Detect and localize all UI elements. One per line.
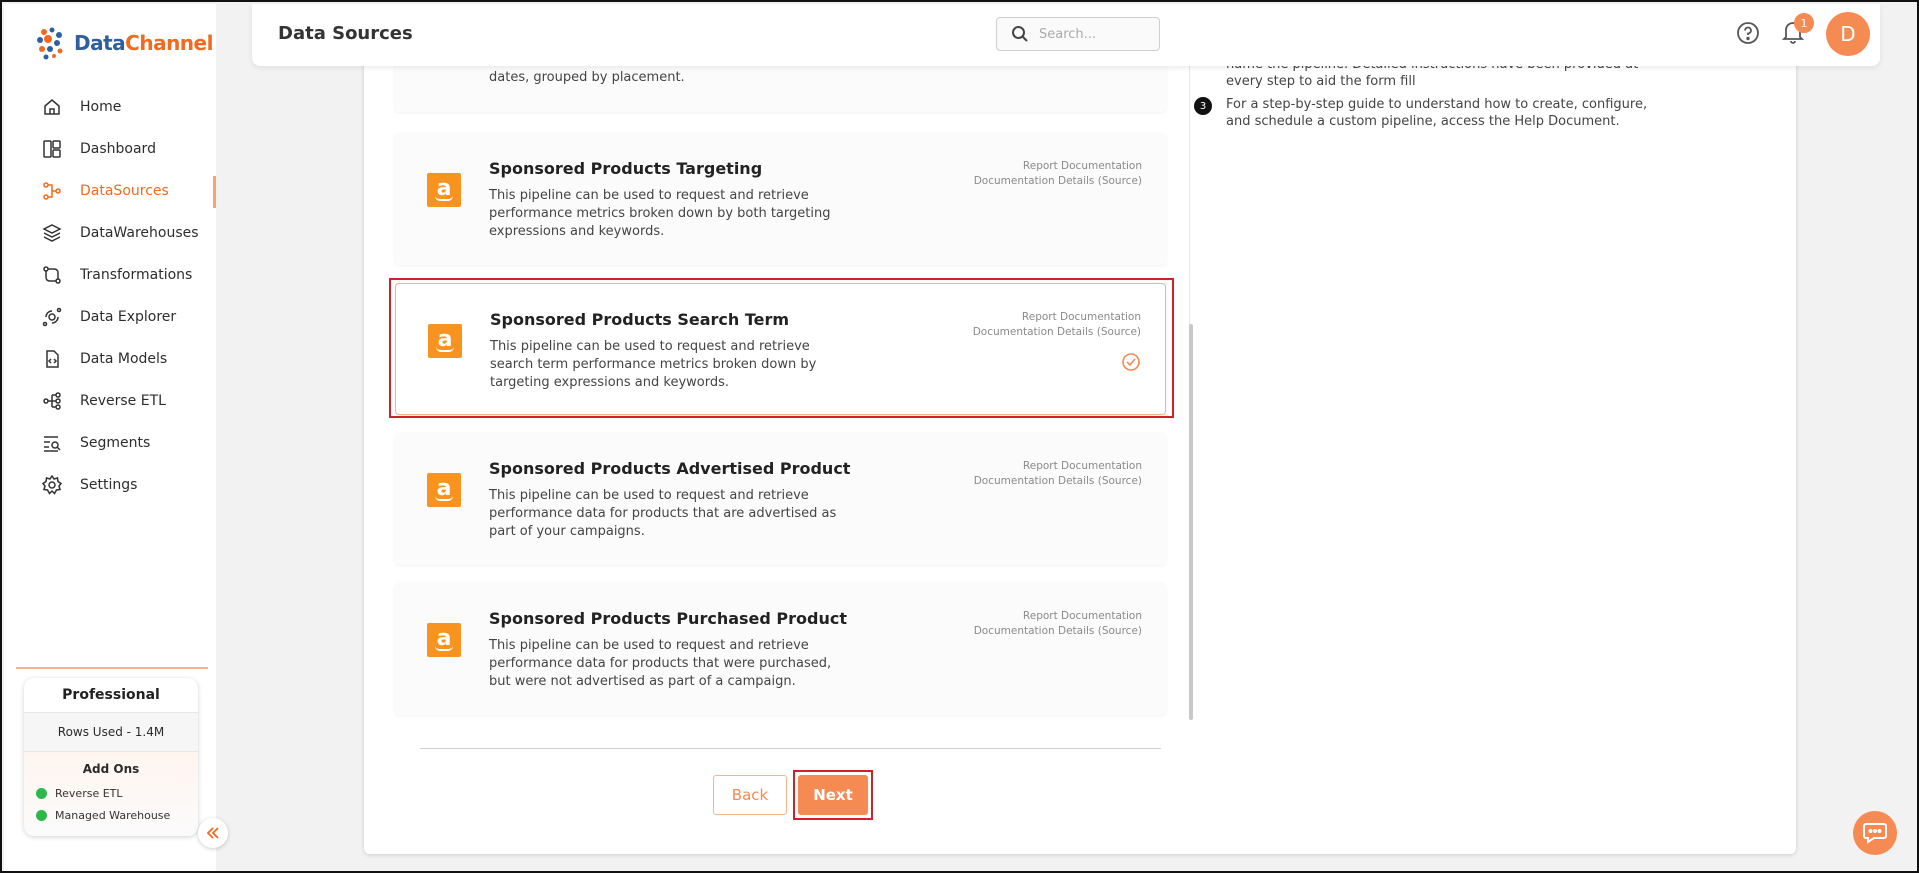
sidebar-item-settings[interactable]: Settings [4,464,216,506]
double-chevron-left-icon [206,827,219,839]
report-documentation-link[interactable]: Report Documentation [974,609,1142,624]
sidebar-item-data-models[interactable]: Data Models [4,338,216,380]
data-explorer-icon [40,305,64,329]
top-header: Data Sources 1 D [252,4,1880,66]
dashboard-icon [40,137,64,161]
sidebar-item-datasources[interactable]: DataSources [4,170,216,212]
plan-title: Professional [62,687,160,703]
help-steps: name the pipeline. Detailed instructions… [1194,56,1754,136]
amazon-logo-icon: a [427,173,461,207]
sidebar-item-label: DataSources [80,183,169,199]
datasources-icon [40,179,64,203]
sidebar-item-data-explorer[interactable]: Data Explorer [4,296,216,338]
chat-button[interactable] [1853,811,1897,855]
footer-divider [420,748,1161,749]
card-description: This pipeline can be used to request and… [489,488,837,539]
card-links: Report Documentation Documentation Detai… [974,609,1142,639]
chat-bubble-icon [1863,823,1887,844]
sidebar-item-label: Data Explorer [80,309,177,325]
card-title: Sponsored Products Advertised Product [489,459,851,478]
card-links: Report Documentation Documentation Detai… [974,159,1142,189]
scrollbar-thumb[interactable] [1189,324,1193,720]
page-title: Data Sources [278,23,413,44]
brand-name: DataChannel [74,31,213,55]
sidebar: DataChannel Home Dashboard DataSources D… [4,4,216,871]
datachannel-logo-icon [37,27,63,60]
documentation-details-link[interactable]: Documentation Details (Source) [974,624,1142,639]
rows-used: Rows Used - 1.4M [24,712,198,752]
app-frame: DataChannel Home Dashboard DataSources D… [0,0,1919,873]
sidebar-item-transformations[interactable]: Transformations [4,254,216,296]
card-description: This pipeline can be used to request and… [489,638,832,689]
sidebar-item-reverse-etl[interactable]: Reverse ETL [4,380,216,422]
report-documentation-link[interactable]: Report Documentation [974,159,1142,174]
avatar[interactable]: D [1826,12,1870,56]
sidebar-nav: Home Dashboard DataSources DataWarehouse… [4,86,216,506]
search-input[interactable] [1039,26,1149,42]
data-models-icon [40,347,64,371]
datawarehouses-icon [40,221,64,245]
collapse-sidebar-button[interactable] [198,818,228,848]
amazon-logo-icon: a [427,473,461,507]
step-text[interactable]: and schedule a custom pipeline, access t… [1226,114,1620,129]
addon-label: Reverse ETL [55,786,123,800]
search-box[interactable] [996,17,1160,51]
notification-badge: 1 [1794,13,1814,33]
addon-label: Managed Warehouse [55,808,171,822]
transformations-icon [40,263,64,287]
pipeline-card[interactable]: a Sponsored Products Purchased Product T… [395,583,1166,715]
sidebar-item-label: Data Models [80,351,168,367]
step-text: every step to aid the form fill [1226,74,1416,89]
step-number-badge: 3 [1194,97,1212,115]
card-description: dates, grouped by placement. [489,70,685,85]
help-icon[interactable] [1736,21,1760,49]
sidebar-item-segments[interactable]: Segments [4,422,216,464]
documentation-details-link[interactable]: Documentation Details (Source) [974,174,1142,189]
step-text: For a step-by-step guide to understand h… [1226,97,1648,112]
addons-title: Add Ons [82,762,140,776]
card-title: Sponsored Products Targeting [489,159,763,178]
brand-name-part2: Channel [125,31,213,55]
addons-section: Add Ons Reverse ETL Managed Warehouse [24,752,198,836]
addon-item: Reverse ETL [24,782,198,804]
selection-highlight [389,278,1174,418]
step-3: 3 For a step-by-step guide to understand… [1194,96,1754,130]
check-circle-icon [36,809,47,821]
report-documentation-link[interactable]: Report Documentation [974,459,1142,474]
sidebar-item-label: Settings [80,477,138,493]
sidebar-item-label: Dashboard [80,141,156,157]
back-button[interactable]: Back [713,775,787,815]
brand-logo[interactable]: DataChannel [32,24,213,62]
search-icon [1012,26,1028,42]
sidebar-item-dashboard[interactable]: Dashboard [4,128,216,170]
sidebar-divider [16,667,208,669]
card-description: This pipeline can be used to request and… [489,188,831,239]
addon-item: Managed Warehouse [24,804,198,826]
segments-icon [40,431,64,455]
sidebar-item-label: Reverse ETL [80,393,166,409]
pipeline-card[interactable]: a Sponsored Products Targeting This pipe… [395,133,1166,265]
next-button-highlight [793,770,873,820]
amazon-logo-icon: a [427,623,461,657]
check-circle-icon [36,787,47,799]
home-icon [40,95,64,119]
brand-name-part1: Data [74,31,126,55]
plan-card: Professional Rows Used - 1.4M Add Ons Re… [24,678,198,836]
sidebar-item-home[interactable]: Home [4,86,216,128]
card-links: Report Documentation Documentation Detai… [974,459,1142,489]
reverse-etl-icon [40,389,64,413]
sidebar-item-label: Segments [80,435,151,451]
sidebar-item-datawarehouses[interactable]: DataWarehouses [4,212,216,254]
pipeline-card[interactable]: a Sponsored Products Advertised Product … [395,433,1166,565]
sidebar-item-label: Transformations [80,267,193,283]
sidebar-item-label: DataWarehouses [80,225,199,241]
sidebar-item-label: Home [80,99,122,115]
card-title: Sponsored Products Purchased Product [489,609,847,628]
documentation-details-link[interactable]: Documentation Details (Source) [974,474,1142,489]
settings-icon [40,473,64,497]
